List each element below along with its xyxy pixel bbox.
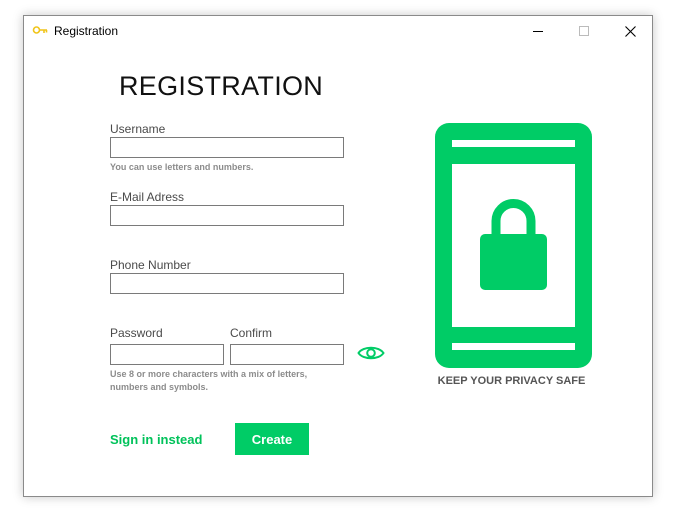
create-button[interactable]: Create <box>235 423 309 455</box>
confirm-label: Confirm <box>230 326 273 340</box>
password-hint-line1: Use 8 or more characters with a mix of l… <box>110 369 308 379</box>
title-bar[interactable]: Registration <box>24 16 652 46</box>
username-label: Username <box>110 122 166 136</box>
username-hint: You can use letters and numbers. <box>110 162 254 172</box>
page-title: REGISTRATION <box>119 71 324 101</box>
minimize-button[interactable] <box>515 16 561 46</box>
email-input[interactable] <box>110 205 344 226</box>
phone-input[interactable] <box>110 273 344 294</box>
password-label: Password <box>110 326 163 340</box>
email-label: E-Mail Adress <box>110 190 185 204</box>
key-icon <box>32 26 48 34</box>
window-title: Registration <box>54 24 119 38</box>
privacy-caption: KEEP YOUR PRIVACY SAFE <box>437 375 586 387</box>
maximize-button[interactable] <box>561 16 607 46</box>
password-hint-line2: numbers and symbols. <box>110 382 209 392</box>
sign-in-link[interactable]: Sign in instead <box>110 432 202 447</box>
password-input[interactable] <box>110 344 224 365</box>
eye-icon[interactable] <box>357 343 385 363</box>
maximize-icon <box>579 26 589 36</box>
phone-lock-icon <box>435 123 592 368</box>
registration-window: Registration REGISTRATION Username You c… <box>23 15 653 497</box>
phone-label: Phone Number <box>110 258 191 272</box>
username-input[interactable] <box>110 137 344 158</box>
close-button[interactable] <box>607 16 653 46</box>
minimize-icon <box>533 31 543 32</box>
confirm-password-input[interactable] <box>230 344 344 365</box>
close-icon <box>624 25 636 37</box>
